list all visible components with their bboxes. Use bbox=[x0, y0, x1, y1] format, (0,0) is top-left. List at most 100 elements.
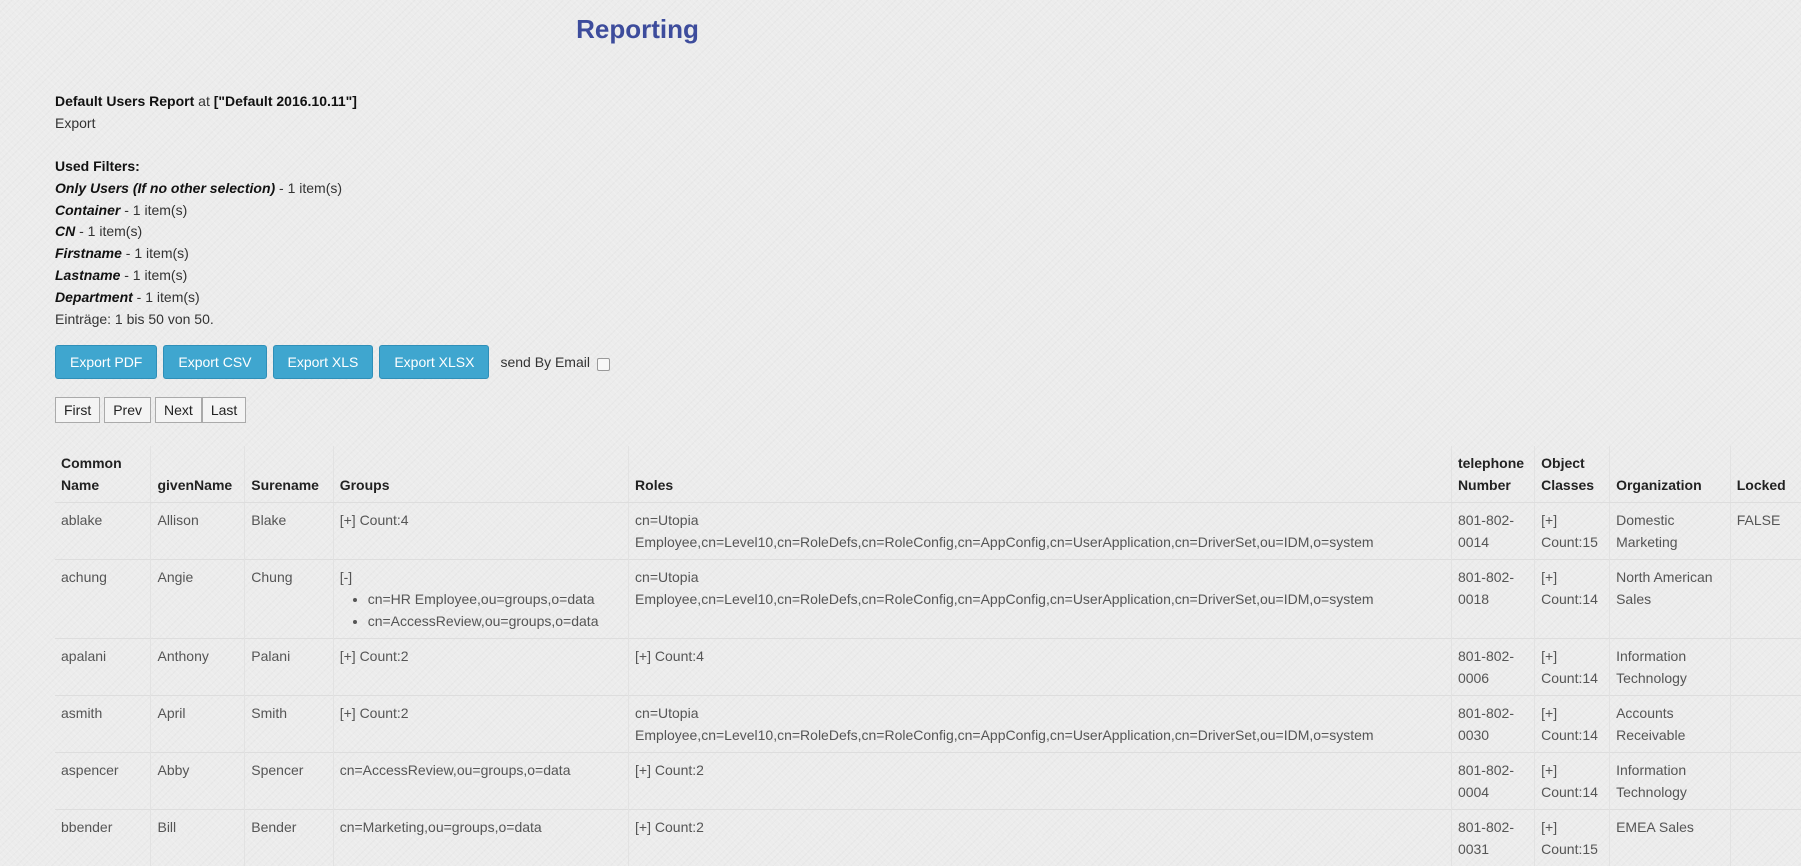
col-groups[interactable]: Groups bbox=[333, 446, 628, 503]
pagination: First Prev Next Last bbox=[55, 397, 250, 423]
cell-groups: cn=AccessReview,ou=groups,o=data bbox=[333, 753, 628, 810]
cell-given-name: Angie bbox=[151, 560, 245, 639]
filter-item: Firstname - 1 item(s) bbox=[55, 243, 342, 265]
export-pdf-button[interactable]: Export PDF bbox=[55, 345, 157, 379]
cell-roles: cn=UtopiaEmployee,cn=Level10,cn=RoleDefs… bbox=[629, 696, 1452, 753]
filter-item: CN - 1 item(s) bbox=[55, 221, 342, 243]
cell-surname: Chung bbox=[245, 560, 333, 639]
cell-common-name: aspencer bbox=[55, 753, 151, 810]
filter-name: Lastname bbox=[55, 267, 120, 283]
cell-locked bbox=[1730, 639, 1801, 696]
cell-organization: InformationTechnology bbox=[1610, 753, 1731, 810]
group-item: cn=HR Employee,ou=groups,o=data bbox=[368, 588, 622, 610]
cell-organization: North AmericanSales bbox=[1610, 560, 1731, 639]
cell-locked: FALSE bbox=[1730, 503, 1801, 560]
cell-object-classes-expand[interactable]: [+]Count:14 bbox=[1535, 639, 1610, 696]
filter-count: - 1 item(s) bbox=[122, 245, 189, 261]
cell-common-name: bbender bbox=[55, 810, 151, 866]
export-toolbar: Export PDF Export CSV Export XLS Export … bbox=[55, 345, 610, 379]
cell-surname: Palani bbox=[245, 639, 333, 696]
cell-given-name: Abby bbox=[151, 753, 245, 810]
cell-common-name: apalani bbox=[55, 639, 151, 696]
cell-surname: Blake bbox=[245, 503, 333, 560]
report-info: Default Users Report at ["Default 2016.1… bbox=[55, 90, 357, 134]
cell-organization: EMEA Sales bbox=[1610, 810, 1731, 866]
filter-name: CN bbox=[55, 223, 75, 239]
filter-item: Lastname - 1 item(s) bbox=[55, 265, 342, 287]
cell-organization: DomesticMarketing bbox=[1610, 503, 1731, 560]
page-title: Reporting bbox=[0, 14, 1275, 45]
col-surname[interactable]: Surename bbox=[245, 446, 333, 503]
filter-count: - 1 item(s) bbox=[133, 289, 200, 305]
cell-telephone: 801-802-0030 bbox=[1451, 696, 1534, 753]
first-page-button[interactable]: First bbox=[55, 397, 100, 423]
table-row: bbender Bill Bender cn=Marketing,ou=grou… bbox=[55, 810, 1801, 866]
cell-common-name: achung bbox=[55, 560, 151, 639]
table-row: achung Angie Chung [-] cn=HR Employee,ou… bbox=[55, 560, 1801, 639]
report-heading: Default Users Report at ["Default 2016.1… bbox=[55, 90, 357, 112]
export-xlsx-button[interactable]: Export XLSX bbox=[379, 345, 489, 379]
col-given-name[interactable]: givenName bbox=[151, 446, 245, 503]
cell-roles-expand[interactable]: [+] Count:2 bbox=[629, 810, 1452, 866]
cell-groups: cn=Marketing,ou=groups,o=data bbox=[333, 810, 628, 866]
cell-object-classes-expand[interactable]: [+]Count:14 bbox=[1535, 696, 1610, 753]
col-locked[interactable]: Locked bbox=[1730, 446, 1801, 503]
cell-given-name: April bbox=[151, 696, 245, 753]
cell-telephone: 801-802-0014 bbox=[1451, 503, 1534, 560]
table-row: ablake Allison Blake [+] Count:4 cn=Utop… bbox=[55, 503, 1801, 560]
cell-locked bbox=[1730, 810, 1801, 866]
table-row: apalani Anthony Palani [+] Count:2 [+] C… bbox=[55, 639, 1801, 696]
cell-groups-expand[interactable]: [+] Count:2 bbox=[333, 696, 628, 753]
cell-organization: InformationTechnology bbox=[1610, 639, 1731, 696]
users-report-table: CommonName givenName Surename Groups Rol… bbox=[55, 446, 1801, 866]
cell-groups-expand[interactable]: [+] Count:2 bbox=[333, 639, 628, 696]
cell-given-name: Bill bbox=[151, 810, 245, 866]
cell-locked bbox=[1730, 560, 1801, 639]
cell-surname: Bender bbox=[245, 810, 333, 866]
cell-object-classes-expand[interactable]: [+]Count:14 bbox=[1535, 560, 1610, 639]
filter-name: Department bbox=[55, 289, 133, 305]
groups-collapse-toggle[interactable]: [-] bbox=[340, 569, 352, 585]
filter-name: Container bbox=[55, 202, 120, 218]
send-by-email-label: send By Email bbox=[500, 354, 589, 370]
send-by-email-checkbox[interactable] bbox=[597, 358, 610, 371]
cell-telephone: 801-802-0006 bbox=[1451, 639, 1534, 696]
col-roles[interactable]: Roles bbox=[629, 446, 1452, 503]
cell-object-classes-expand[interactable]: [+]Count:15 bbox=[1535, 503, 1610, 560]
cell-roles: cn=UtopiaEmployee,cn=Level10,cn=RoleDefs… bbox=[629, 503, 1452, 560]
col-organization[interactable]: Organization bbox=[1610, 446, 1731, 503]
cell-surname: Spencer bbox=[245, 753, 333, 810]
filter-name: Firstname bbox=[55, 245, 122, 261]
cell-given-name: Allison bbox=[151, 503, 245, 560]
filter-count: - 1 item(s) bbox=[120, 267, 187, 283]
cell-telephone: 801-802-0018 bbox=[1451, 560, 1534, 639]
col-telephone[interactable]: telephoneNumber bbox=[1451, 446, 1534, 503]
export-xls-button[interactable]: Export XLS bbox=[273, 345, 374, 379]
prev-page-button[interactable]: Prev bbox=[104, 397, 151, 423]
cell-object-classes-expand[interactable]: [+]Count:15 bbox=[1535, 810, 1610, 866]
col-common-name[interactable]: CommonName bbox=[55, 446, 151, 503]
last-page-button[interactable]: Last bbox=[202, 397, 246, 423]
cell-given-name: Anthony bbox=[151, 639, 245, 696]
cell-roles-expand[interactable]: [+] Count:2 bbox=[629, 753, 1452, 810]
groups-list: cn=HR Employee,ou=groups,o=data cn=Acces… bbox=[340, 588, 622, 632]
filter-name: Only Users (If no other selection) bbox=[55, 180, 275, 196]
table-row: aspencer Abby Spencer cn=AccessReview,ou… bbox=[55, 753, 1801, 810]
col-object-classes[interactable]: ObjectClasses bbox=[1535, 446, 1610, 503]
cell-object-classes-expand[interactable]: [+]Count:14 bbox=[1535, 753, 1610, 810]
cell-groups: [-] cn=HR Employee,ou=groups,o=data cn=A… bbox=[333, 560, 628, 639]
cell-locked bbox=[1730, 753, 1801, 810]
cell-groups-expand[interactable]: [+] Count:4 bbox=[333, 503, 628, 560]
cell-organization: AccountsReceivable bbox=[1610, 696, 1731, 753]
filter-count: - 1 item(s) bbox=[75, 223, 142, 239]
export-link[interactable]: Export bbox=[55, 112, 357, 134]
cell-roles: cn=UtopiaEmployee,cn=Level10,cn=RoleDefs… bbox=[629, 560, 1452, 639]
next-page-button[interactable]: Next bbox=[155, 397, 202, 423]
filter-item: Department - 1 item(s) bbox=[55, 287, 342, 309]
export-csv-button[interactable]: Export CSV bbox=[163, 345, 266, 379]
report-name: Default Users Report bbox=[55, 93, 194, 109]
cell-roles-expand[interactable]: [+] Count:4 bbox=[629, 639, 1452, 696]
cell-locked bbox=[1730, 696, 1801, 753]
report-scope: ["Default 2016.10.11"] bbox=[214, 93, 357, 109]
cell-common-name: asmith bbox=[55, 696, 151, 753]
